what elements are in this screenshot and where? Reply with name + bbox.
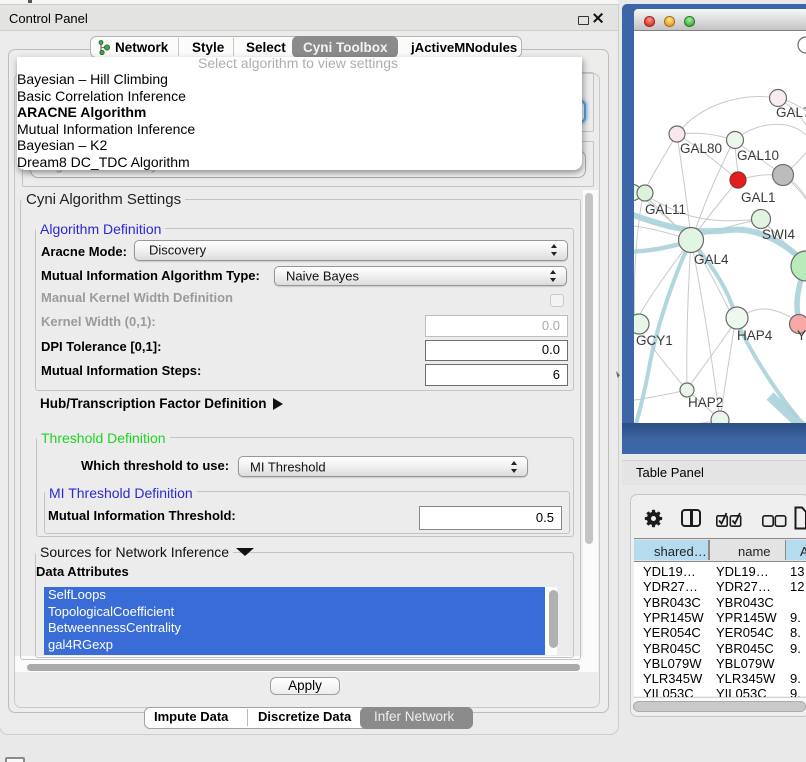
svg-text:HAP2: HAP2 [688, 395, 723, 410]
svg-text:GAL11: GAL11 [645, 202, 686, 217]
svg-text:HAP4: HAP4 [737, 328, 773, 343]
svg-text:GAL4: GAL4 [694, 252, 729, 267]
svg-text:GAL10: GAL10 [737, 148, 779, 163]
svg-text:SWI4: SWI4 [762, 227, 795, 242]
svg-text:GCY1: GCY1 [636, 333, 673, 348]
svg-text:GAL1: GAL1 [741, 190, 776, 205]
svg-text:GAL80: GAL80 [680, 141, 722, 156]
svg-text:GAL7: GAL7 [776, 105, 806, 120]
svg-text:Y: Y [797, 328, 806, 343]
